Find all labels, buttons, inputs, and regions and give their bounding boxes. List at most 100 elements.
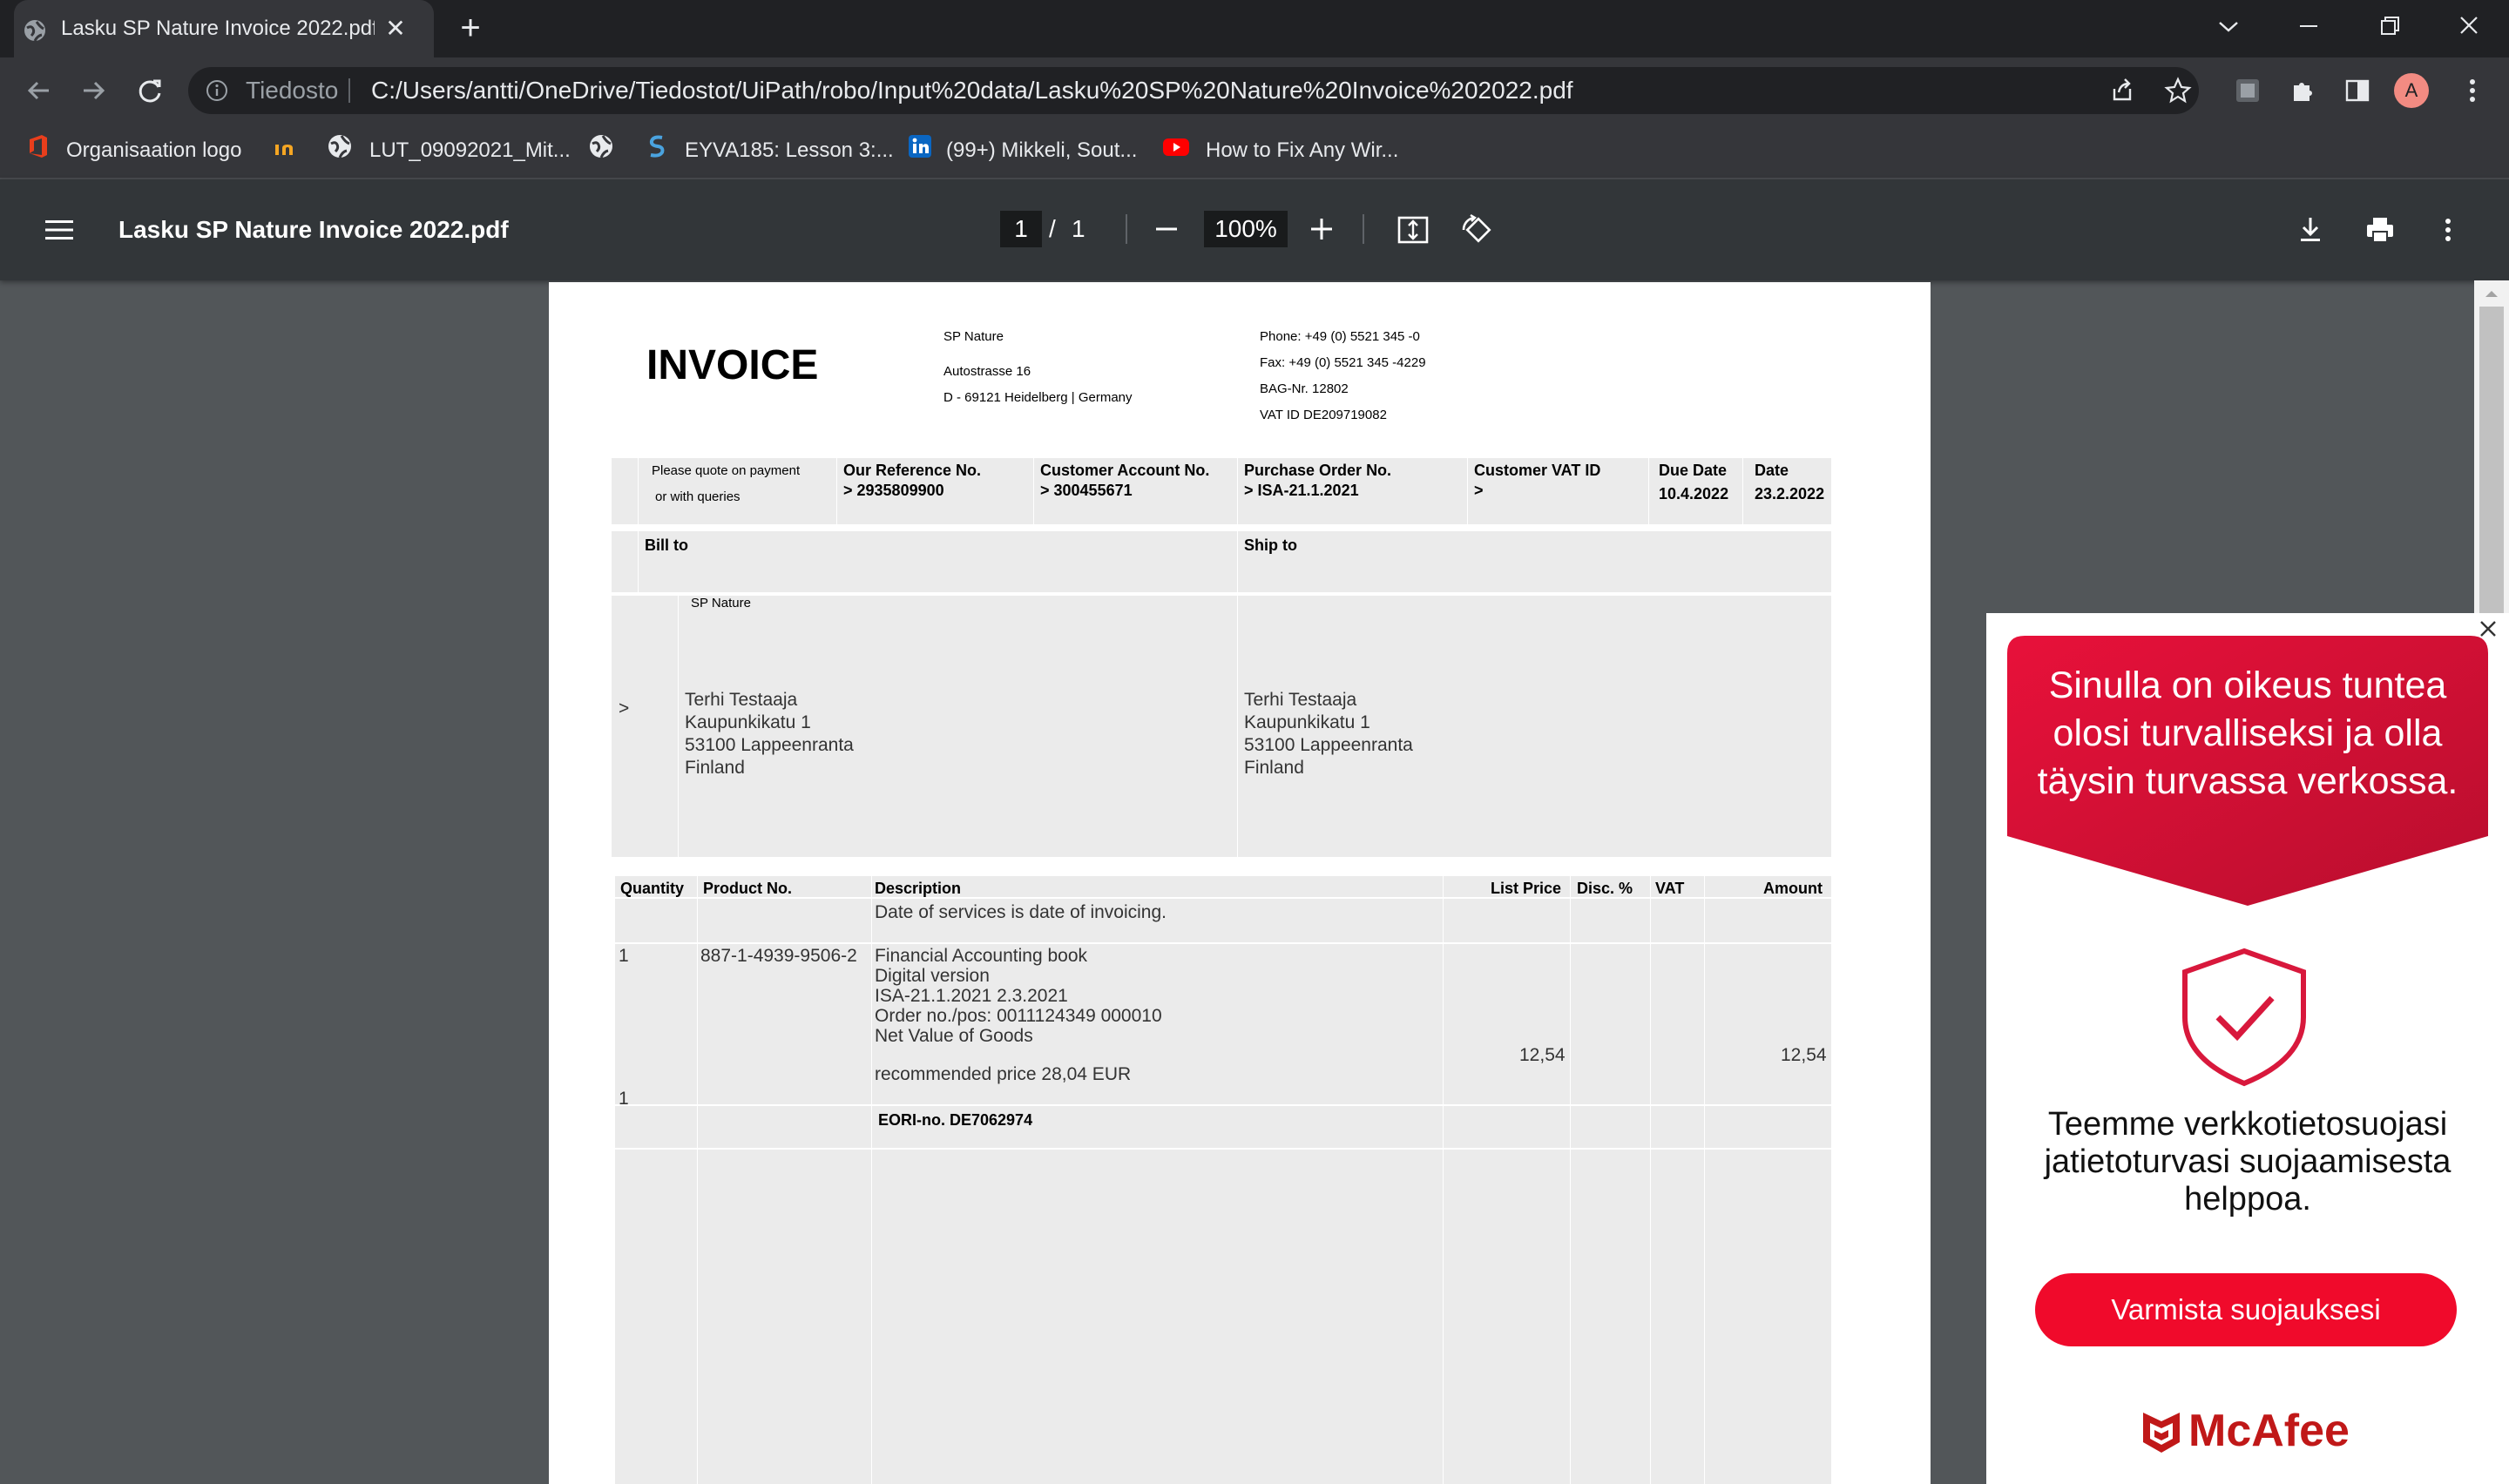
divider	[1237, 596, 1238, 857]
pdf-title: Lasku SP Nature Invoice 2022.pdf	[118, 216, 509, 243]
bookmark-item[interactable]: How to Fix Any Wir...	[1206, 124, 1398, 178]
in-logo-icon[interactable]	[272, 132, 300, 160]
shield-check-icon	[2178, 946, 2310, 1089]
bill-address-line: Finland	[685, 758, 745, 778]
rotate-icon[interactable]	[1457, 211, 1495, 249]
divider	[678, 596, 679, 857]
our-reference-value: > 2935809900	[843, 482, 944, 499]
sender-bag: BAG-Nr. 12802	[1260, 381, 1349, 396]
sender-name: SP Nature	[943, 329, 1004, 344]
ship-to-label: Ship to	[1244, 536, 1297, 554]
menu-icon[interactable]	[42, 212, 77, 247]
column-header-product: Product No.	[703, 880, 792, 897]
column-header-description: Description	[875, 880, 962, 897]
bill-address-line: 53100 Lappeenranta	[685, 735, 854, 755]
item-description-line: Digital version	[875, 966, 990, 986]
bookmark-item[interactable]: Organisaation logo	[66, 124, 241, 178]
divider	[871, 876, 872, 1484]
zoom-input[interactable]: 100%	[1204, 211, 1288, 247]
plus-icon[interactable]: +	[453, 10, 488, 46]
divider	[697, 876, 698, 1484]
page-separator: /	[1049, 215, 1056, 242]
scroll-up-icon[interactable]	[2474, 280, 2509, 307]
column-header-list-price: List Price	[1491, 880, 1562, 897]
purchase-order-label: Purchase Order No.	[1244, 462, 1392, 479]
sender-fax: Fax: +49 (0) 5521 345 -4229	[1260, 355, 1426, 370]
share-icon[interactable]	[2103, 71, 2141, 110]
page-total: 1	[1072, 215, 1085, 242]
divider	[615, 897, 1831, 899]
reload-icon[interactable]	[129, 70, 171, 111]
office-icon	[24, 132, 52, 160]
ship-address-line: Kaupunkikatu 1	[1244, 712, 1370, 732]
info-icon[interactable]	[206, 79, 228, 102]
s-logo-icon	[643, 132, 671, 160]
scrollbar-thumb[interactable]	[2479, 307, 2504, 620]
item-description-line: Order no./pos: 0011124349 000010	[875, 1006, 1162, 1026]
customer-vat-value: >	[1474, 482, 1484, 499]
window-close-icon[interactable]	[2431, 0, 2507, 52]
fit-page-icon[interactable]	[1394, 211, 1432, 249]
date-label: Date	[1755, 462, 1789, 479]
divider	[1570, 876, 1571, 1484]
bookmark-item[interactable]: LUT_09092021_Mit...	[369, 124, 571, 178]
divider	[1443, 876, 1444, 1484]
item-description-line: Financial Accounting book	[875, 946, 1087, 966]
item-amount: 12,54	[1781, 1045, 1827, 1065]
restore-icon[interactable]	[2350, 0, 2427, 52]
bookmark-item[interactable]: (99+) Mikkeli, Sout...	[946, 124, 1137, 178]
url-scheme-label: Tiedosto	[246, 77, 339, 104]
page-number-input[interactable]: 1	[1000, 211, 1042, 247]
zoom-out-icon[interactable]	[1148, 211, 1185, 247]
divider	[615, 942, 1831, 944]
divider	[615, 1104, 1831, 1106]
sender-phone: Phone: +49 (0) 5521 345 -0	[1260, 329, 1420, 344]
divider	[638, 531, 639, 592]
item-recommended-price: recommended price 28,04 EUR	[875, 1064, 1132, 1084]
puzzle-icon[interactable]	[2284, 71, 2323, 110]
items-table	[615, 876, 1831, 1484]
back-icon[interactable]	[17, 70, 59, 111]
more-actions-icon[interactable]	[2431, 211, 2465, 249]
kebab-icon[interactable]	[2453, 71, 2492, 110]
customer-vat-label: Customer VAT ID	[1474, 462, 1601, 479]
item-product-no: 887-1-4939-9506-2	[700, 946, 857, 966]
extension-icon[interactable]	[2228, 71, 2267, 110]
url-separator	[348, 78, 350, 103]
our-reference-label: Our Reference No.	[843, 462, 982, 479]
sidepanel-icon[interactable]	[2338, 71, 2377, 110]
eori-number: EORI-no. DE7062974	[878, 1111, 1033, 1129]
zoom-in-icon[interactable]	[1303, 211, 1340, 247]
due-date-value: 10.4.2022	[1659, 485, 1729, 503]
address-header-band	[612, 531, 1831, 592]
ship-address-line: Finland	[1244, 758, 1304, 778]
bill-to-label: Bill to	[645, 536, 688, 554]
globe-icon	[326, 132, 354, 160]
youtube-icon	[1162, 132, 1190, 160]
sender-city: D - 69121 Heidelberg | Germany	[943, 390, 1133, 405]
globe-icon[interactable]	[587, 132, 615, 160]
ad-cta-button[interactable]: Varmista suojauksesi	[2035, 1273, 2457, 1346]
date-value: 23.2.2022	[1755, 485, 1825, 503]
bill-address-line: Kaupunkikatu 1	[685, 712, 811, 732]
print-icon[interactable]	[2361, 211, 2399, 249]
column-header-quantity: Quantity	[620, 880, 685, 897]
bill-marker: >	[619, 698, 630, 718]
forward-icon[interactable]	[73, 70, 115, 111]
tab-title: Lasku SP Nature Invoice 2022.pdf	[61, 17, 375, 40]
sender-vat: VAT ID DE209719082	[1260, 408, 1387, 422]
url-text[interactable]: C:/Users/antti/OneDrive/Tiedostot/UiPath…	[371, 67, 1573, 114]
invoice-heading: INVOICE	[646, 342, 819, 388]
chevron-down-icon[interactable]	[2190, 0, 2267, 52]
minimize-icon[interactable]	[2270, 0, 2347, 52]
item-description-line: ISA-21.1.2021 2.3.2021	[875, 986, 1068, 1006]
star-icon[interactable]	[2159, 71, 2197, 110]
divider	[638, 458, 639, 524]
services-note: Date of services is date of invoicing.	[875, 902, 1167, 922]
bookmark-item[interactable]: EYVA185: Lesson 3:...	[685, 124, 894, 178]
avatar[interactable]: A	[2394, 73, 2429, 108]
close-icon[interactable]: ✕	[382, 15, 409, 43]
mcafee-logo: McAfee	[2188, 1406, 2350, 1456]
download-icon[interactable]	[2291, 211, 2330, 249]
quote-note: or with queries	[655, 489, 741, 504]
